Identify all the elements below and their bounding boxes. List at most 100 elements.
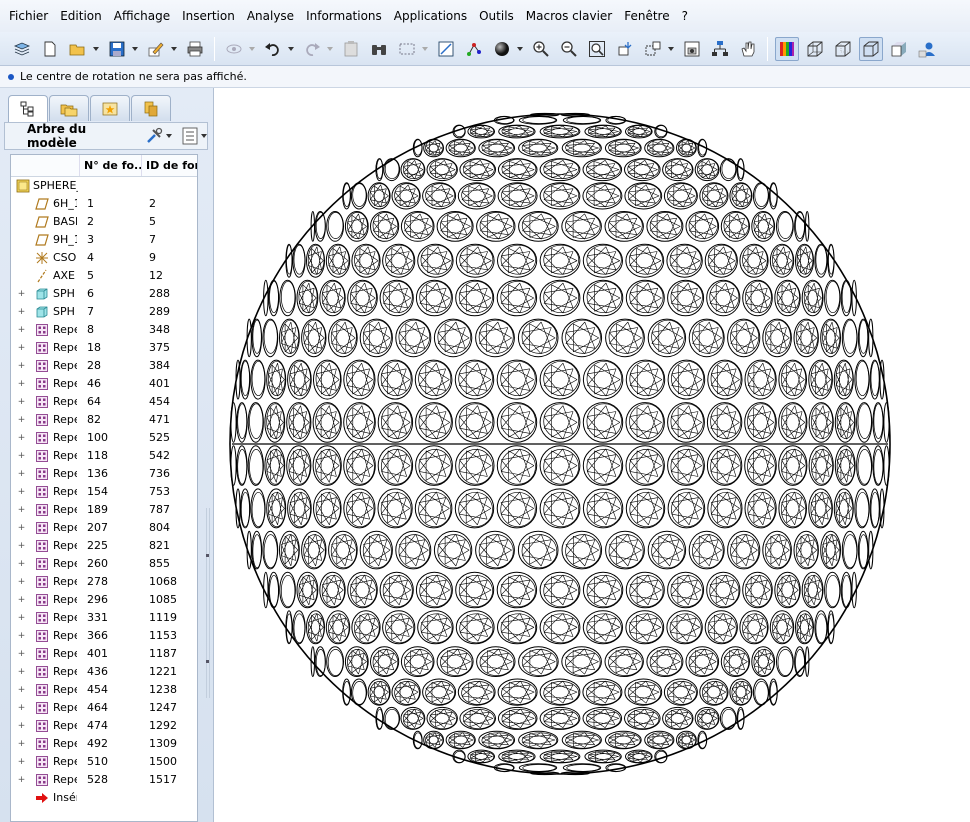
tree-item[interactable]: + Repe 189 787	[11, 501, 197, 519]
tree-item[interactable]: + Repe 474 1292	[11, 717, 197, 735]
tree-item[interactable]: + Repe 28 384	[11, 357, 197, 375]
menu-macros-clavier[interactable]: Macros clavier	[520, 0, 618, 32]
tree-item[interactable]: + Repe 64 454	[11, 393, 197, 411]
expand-toggle-icon[interactable]: +	[17, 505, 26, 515]
tree-item[interactable]: + Repe 528 1517	[11, 771, 197, 789]
menu-edition[interactable]: Edition	[54, 0, 108, 32]
tab-model-tree[interactable]	[8, 95, 48, 122]
tree-item[interactable]: + Repe 464 1247	[11, 699, 197, 717]
no-hidden-button[interactable]	[859, 36, 883, 61]
tree-root-item[interactable]: SPHERE_	[11, 177, 197, 195]
tree-item[interactable]: + Repe 510 1500	[11, 753, 197, 771]
expand-toggle-icon[interactable]: +	[17, 415, 26, 425]
tree-column-feature-number[interactable]: N° de fo...	[79, 155, 141, 176]
tree-column-name[interactable]	[11, 155, 79, 176]
expand-toggle-icon[interactable]: +	[17, 757, 26, 767]
menu-informations[interactable]: Informations	[300, 0, 388, 32]
expand-toggle-icon[interactable]: +	[17, 433, 26, 443]
menu-help[interactable]: ?	[676, 0, 694, 32]
tree-column-feature-id[interactable]: ID de for	[141, 155, 197, 176]
reorient-button[interactable]	[613, 37, 637, 61]
expand-toggle-icon[interactable]: +	[17, 613, 26, 623]
shading-button[interactable]	[490, 37, 514, 61]
expand-toggle-icon[interactable]: +	[17, 451, 26, 461]
tree-item[interactable]: BASE 2 5	[11, 213, 197, 231]
expand-toggle-icon[interactable]: +	[17, 307, 26, 317]
tree-item[interactable]: + Repe 154 753	[11, 483, 197, 501]
spin-center-button[interactable]	[736, 37, 760, 61]
tree-item[interactable]: + Repe 296 1085	[11, 591, 197, 609]
tree-show-button[interactable]	[182, 127, 207, 145]
visibility-dropdown[interactable]	[248, 46, 256, 51]
tree-item[interactable]: + Repe 260 855	[11, 555, 197, 573]
model-tree-button[interactable]	[708, 37, 732, 61]
expand-toggle-icon[interactable]: +	[17, 325, 26, 335]
insert-here-item[interactable]: Insér	[11, 789, 197, 807]
expand-toggle-icon[interactable]: +	[17, 469, 26, 479]
edit-properties-button[interactable]	[144, 37, 168, 61]
expand-toggle-icon[interactable]: +	[17, 595, 26, 605]
panel-splitter[interactable]	[204, 508, 212, 698]
menu-fen-tre[interactable]: Fenêtre	[618, 0, 675, 32]
tab-folder-browser[interactable]	[49, 95, 89, 121]
shaded-button[interactable]	[887, 37, 911, 61]
view-manager-button[interactable]	[680, 37, 704, 61]
menu-analyse[interactable]: Analyse	[241, 0, 300, 32]
expand-toggle-icon[interactable]: +	[17, 361, 26, 371]
expand-toggle-icon[interactable]: +	[17, 649, 26, 659]
tree-item[interactable]: 6H_1 1 2	[11, 195, 197, 213]
tree-item[interactable]: + Repe 366 1153	[11, 627, 197, 645]
tree-item[interactable]: + Repe 207 804	[11, 519, 197, 537]
zoom-in-button[interactable]	[529, 37, 553, 61]
hidden-line-button[interactable]	[831, 37, 855, 61]
menu-applications[interactable]: Applications	[388, 0, 473, 32]
expand-toggle-icon[interactable]: +	[17, 775, 26, 785]
expand-toggle-icon[interactable]: +	[17, 577, 26, 587]
shading-dropdown[interactable]	[516, 46, 524, 51]
expand-toggle-icon[interactable]: +	[17, 289, 26, 299]
tree-item[interactable]: + Repe 8 348	[11, 321, 197, 339]
tree-item[interactable]: + Repe 82 471	[11, 411, 197, 429]
expand-toggle-icon[interactable]: +	[17, 703, 26, 713]
golf-ball-model[interactable]	[215, 88, 970, 822]
expand-toggle-icon[interactable]: +	[17, 559, 26, 569]
tree-item[interactable]: + Repe 436 1221	[11, 663, 197, 681]
tree-item[interactable]: + Repe 454 1238	[11, 681, 197, 699]
menu-outils[interactable]: Outils	[473, 0, 520, 32]
select-box-button[interactable]	[395, 37, 419, 61]
undo-button[interactable]	[261, 37, 285, 61]
menu-affichage[interactable]: Affichage	[108, 0, 176, 32]
open-dropdown[interactable]	[92, 46, 100, 51]
wireframe-button[interactable]	[803, 37, 827, 61]
views-dropdown[interactable]	[667, 46, 675, 51]
expand-toggle-icon[interactable]: +	[17, 379, 26, 389]
tree-item[interactable]: CSO 4 9	[11, 249, 197, 267]
edit-dropdown[interactable]	[170, 46, 178, 51]
expand-toggle-icon[interactable]: +	[17, 631, 26, 641]
tab-favorites[interactable]	[90, 95, 130, 121]
expand-toggle-icon[interactable]: +	[17, 487, 26, 497]
redo-button[interactable]	[300, 37, 324, 61]
graphics-window[interactable]	[215, 88, 970, 822]
visibility-button[interactable]	[222, 37, 246, 61]
tab-history[interactable]	[131, 95, 171, 121]
tree-item[interactable]: + Repe 118 542	[11, 447, 197, 465]
expand-toggle-icon[interactable]: +	[17, 739, 26, 749]
tree-item[interactable]: + SPH 7 289	[11, 303, 197, 321]
expand-toggle-icon[interactable]: +	[17, 541, 26, 551]
expand-toggle-icon[interactable]: +	[17, 397, 26, 407]
save-button[interactable]	[105, 37, 129, 61]
appearance-button[interactable]	[775, 36, 799, 61]
layers-button[interactable]	[10, 37, 34, 61]
tree-item[interactable]: + Repe 100 525	[11, 429, 197, 447]
select-dropdown[interactable]	[421, 46, 429, 51]
expand-toggle-icon[interactable]: +	[17, 667, 26, 677]
paste-button[interactable]	[339, 37, 363, 61]
expand-toggle-icon[interactable]: +	[17, 685, 26, 695]
tree-item[interactable]: + Repe 46 401	[11, 375, 197, 393]
menu-insertion[interactable]: Insertion	[176, 0, 241, 32]
user-button[interactable]	[915, 37, 939, 61]
tree-item[interactable]: + Repe 492 1309	[11, 735, 197, 753]
zoom-out-button[interactable]	[557, 37, 581, 61]
redo-dropdown[interactable]	[326, 46, 334, 51]
